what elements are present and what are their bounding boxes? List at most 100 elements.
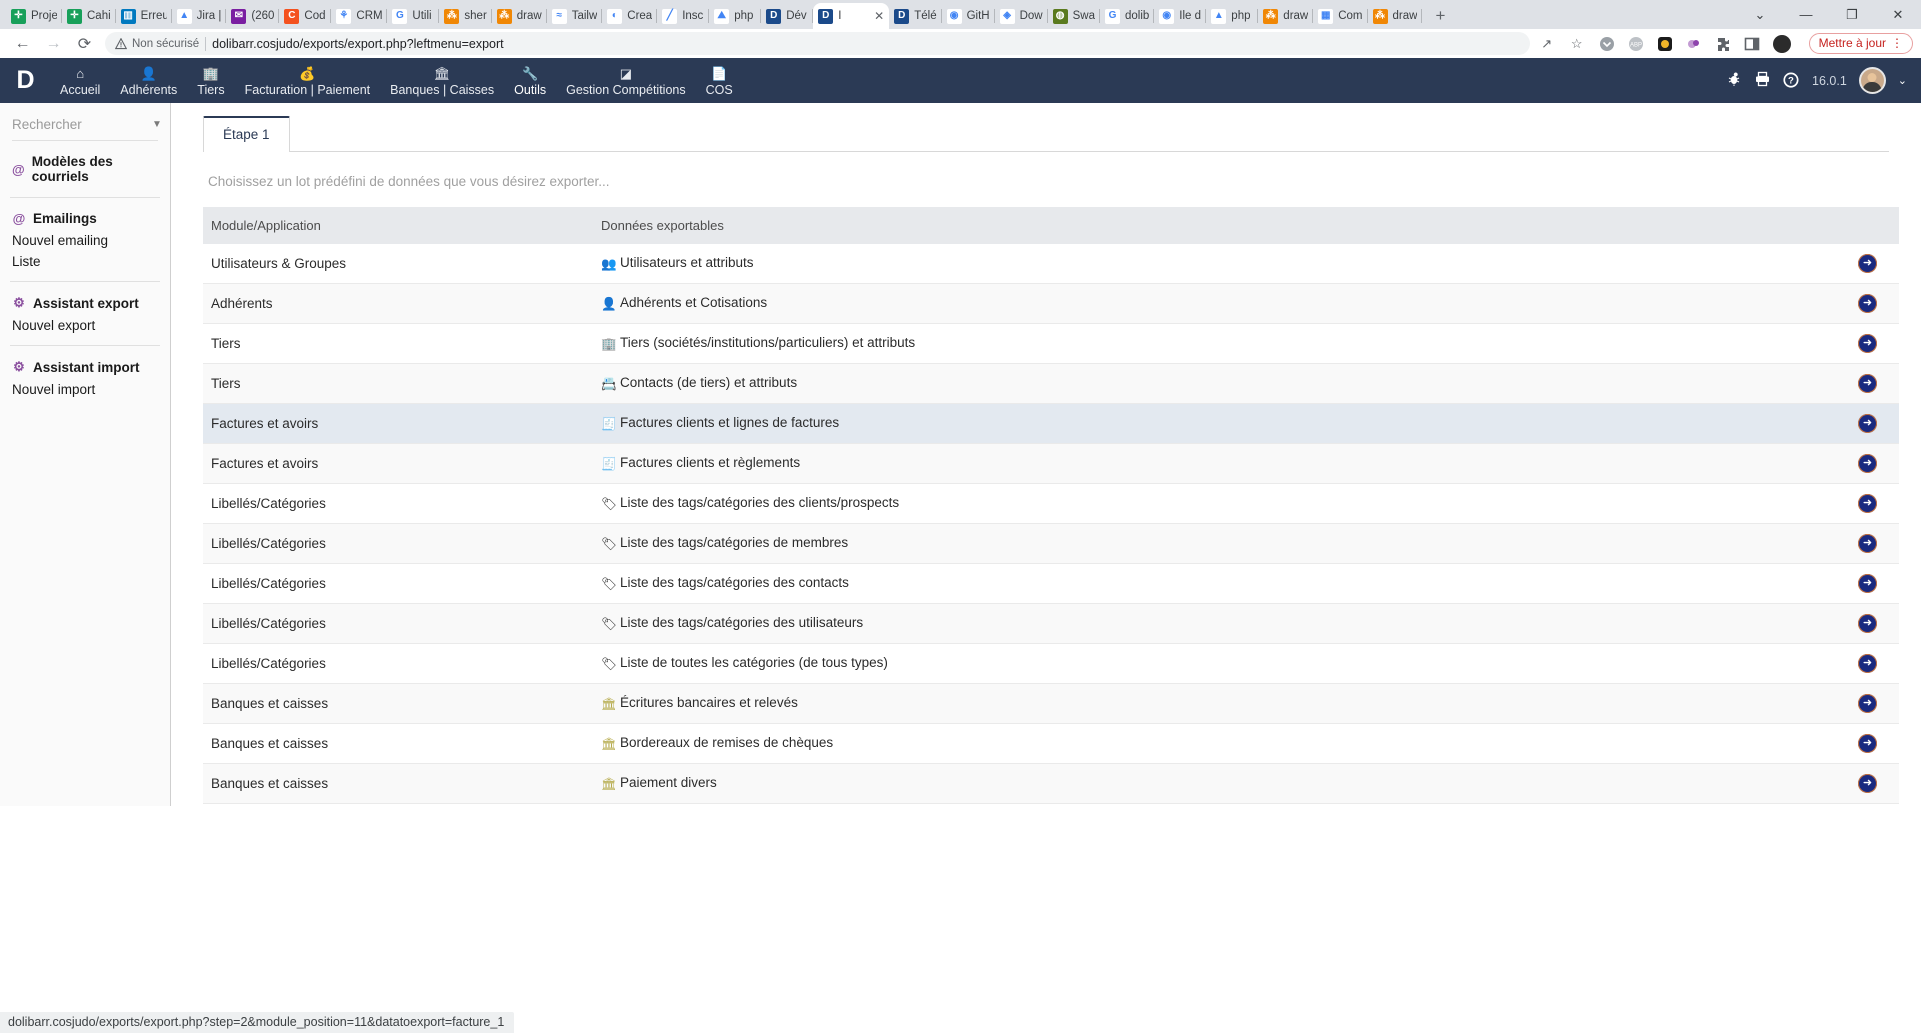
back-button[interactable]: ← xyxy=(8,30,37,57)
browser-tab[interactable]: ◉ GitH xyxy=(942,3,995,29)
table-row[interactable]: Libellés/Catégories 🏷 Liste des tags/catég… xyxy=(203,563,1899,604)
arrow-right-icon[interactable]: ➜ xyxy=(1858,574,1877,593)
browser-tab[interactable]: ≈ Tailw xyxy=(547,3,603,29)
sidebar-item-assistant-export[interactable]: ⚙ Assistant export xyxy=(10,291,160,315)
sidebar-item-assistant-import[interactable]: ⚙ Assistant import xyxy=(10,355,160,379)
browser-tab[interactable]: G Utili xyxy=(387,3,440,29)
browser-tab[interactable]: ▥ Erreu xyxy=(116,3,172,29)
table-row[interactable]: Tiers 🏢 Tiers (sociétés/institutions/parti… xyxy=(203,323,1899,364)
sidebar-subitem-liste[interactable]: Liste xyxy=(10,251,160,272)
table-row[interactable]: Libellés/Catégories 🏷 Liste de toutes les … xyxy=(203,643,1899,684)
table-row[interactable]: Banques et caisses 🏛 Bordereaux de remises… xyxy=(203,723,1899,764)
security-status[interactable]: Non sécurisé xyxy=(115,37,199,50)
browser-tab[interactable]: ⁂ draw xyxy=(492,3,547,29)
search-input[interactable] xyxy=(12,117,152,132)
nav-item-gestion-comp-titions[interactable]: ◪ Gestion Compétitions xyxy=(556,58,696,103)
arrow-right-icon[interactable]: ➜ xyxy=(1858,454,1877,473)
browser-tab[interactable]: ◈ Dow xyxy=(995,3,1048,29)
browser-tab[interactable]: Gdolib xyxy=(1100,3,1155,29)
nav-item-banques-caisses[interactable]: 🏛 Banques | Caisses xyxy=(380,58,504,103)
dolibarr-logo[interactable]: D xyxy=(0,58,50,103)
sidebar-subitem-nouvel-emailing[interactable]: Nouvel emailing xyxy=(10,230,160,251)
browser-tab[interactable]: ◐ Crea xyxy=(602,3,658,29)
forward-button[interactable]: → xyxy=(39,30,68,57)
arrow-right-icon[interactable]: ➜ xyxy=(1858,294,1877,313)
update-button[interactable]: Mettre à jour ⋮ xyxy=(1808,33,1913,54)
browser-tab[interactable]: ✛ Proje xyxy=(6,3,62,29)
table-row[interactable]: Libellés/Catégories 🏷 Liste des tags/catég… xyxy=(203,523,1899,564)
nav-item-accueil[interactable]: ⌂ Accueil xyxy=(50,58,110,103)
adblock-icon[interactable]: ABP xyxy=(1627,35,1645,53)
browser-tab[interactable]: D I ✕ xyxy=(813,3,890,29)
table-row[interactable]: Factures et avoirs 🧾 Factures clients et r… xyxy=(203,443,1899,484)
chevron-down-icon[interactable]: ⌄ xyxy=(1898,74,1907,87)
table-row[interactable]: Adhérents 👤 Adhérents et Cotisations ➜ xyxy=(203,283,1899,324)
arrow-right-icon[interactable]: ➜ xyxy=(1858,534,1877,553)
browser-tab[interactable]: C Cod xyxy=(279,3,332,29)
table-row[interactable]: Banques et caisses 🏛 Écritures bancaires e… xyxy=(203,683,1899,724)
arrow-right-icon[interactable]: ➜ xyxy=(1858,614,1877,633)
arrow-right-icon[interactable]: ➜ xyxy=(1858,654,1877,673)
print-icon[interactable] xyxy=(1754,71,1771,90)
maximize-button[interactable]: ❐ xyxy=(1829,0,1875,29)
browser-tab[interactable]: D Télé xyxy=(889,3,942,29)
browser-tab[interactable]: ▦ Com xyxy=(1313,3,1368,29)
browser-tab[interactable]: ⁂ draw xyxy=(1368,3,1423,29)
tab-etape-1[interactable]: Étape 1 xyxy=(203,116,290,152)
browser-tab[interactable]: ◍ Swa xyxy=(1048,3,1100,29)
nav-item-facturation-paiement[interactable]: 💰 Facturation | Paiement xyxy=(235,58,381,103)
sidebar-item-emailings[interactable]: @ Emailings xyxy=(10,207,160,230)
puzzle-icon[interactable] xyxy=(1714,35,1732,53)
sidebar-search[interactable]: ▼ xyxy=(12,103,162,141)
avatar[interactable] xyxy=(1858,67,1886,94)
table-row[interactable]: Libellés/Catégories 🏷 Liste des tags/catég… xyxy=(203,603,1899,644)
table-row[interactable]: Factures et avoirs 🧾 Factures clients et l… xyxy=(203,403,1899,444)
browser-tab[interactable]: ◉ Ile d xyxy=(1154,3,1207,29)
browser-tab[interactable]: ⁂ sher xyxy=(439,3,492,29)
browser-tab[interactable]: ⛰ php xyxy=(709,3,762,29)
share-icon[interactable]: ↗ xyxy=(1538,35,1556,53)
table-row[interactable]: Utilisateurs & Groupes 👥 Utilisateurs et a… xyxy=(203,244,1899,284)
nav-item-cos[interactable]: 📄 COS xyxy=(696,58,743,103)
arrow-right-icon[interactable]: ➜ xyxy=(1858,334,1877,353)
address-bar[interactable]: Non sécurisé dolibarr.cosjudo/exports/ex… xyxy=(105,32,1530,55)
grammar-icon[interactable] xyxy=(1685,35,1703,53)
browser-tab[interactable]: ⁂ draw xyxy=(1258,3,1314,29)
browser-tab[interactable]: ▲ Jira | xyxy=(172,3,227,29)
nav-item-adh-rents[interactable]: 👤 Adhérents xyxy=(110,58,187,103)
browser-tab[interactable]: ✛ Cahi xyxy=(62,3,116,29)
bug-icon[interactable] xyxy=(1726,71,1742,90)
browser-menu-icon[interactable]: ⋮ xyxy=(1891,36,1903,50)
browser-tab[interactable]: ▲ php xyxy=(1206,3,1259,29)
new-tab-button[interactable]: + xyxy=(1426,3,1454,29)
wallet-icon[interactable] xyxy=(1656,35,1674,53)
browser-tab[interactable]: ✉ (260 xyxy=(226,3,280,29)
arrow-right-icon[interactable]: ➜ xyxy=(1858,254,1877,273)
pocket-icon[interactable] xyxy=(1598,35,1616,53)
chevron-down-icon[interactable]: ▼ xyxy=(152,119,162,130)
close-window-button[interactable]: ✕ xyxy=(1875,0,1921,29)
arrow-right-icon[interactable]: ➜ xyxy=(1858,694,1877,713)
browser-tab[interactable]: D Dév xyxy=(761,3,814,29)
help-icon[interactable]: ? xyxy=(1783,71,1800,91)
table-row[interactable]: Libellés/Catégories 🏷 Liste des tags/catég… xyxy=(203,483,1899,524)
arrow-right-icon[interactable]: ➜ xyxy=(1858,494,1877,513)
browser-tab[interactable]: ╱ Insc xyxy=(657,3,710,29)
browser-profile-avatar[interactable] xyxy=(1772,34,1791,53)
bookmark-star-icon[interactable]: ☆ xyxy=(1568,35,1586,53)
arrow-right-icon[interactable]: ➜ xyxy=(1858,734,1877,753)
table-row[interactable]: Tiers 📇 Contacts (de tiers) et attributs ➜ xyxy=(203,363,1899,404)
table-row[interactable]: Banques et caisses 🏛 Paiement divers ➜ xyxy=(203,763,1899,804)
close-tab-icon[interactable]: ✕ xyxy=(874,9,884,23)
sidepanel-icon[interactable] xyxy=(1743,35,1761,53)
arrow-right-icon[interactable]: ➜ xyxy=(1858,414,1877,433)
nav-item-outils[interactable]: 🔧 Outils xyxy=(504,58,556,103)
browser-tab[interactable]: ⚘ CRM xyxy=(331,3,388,29)
minimize-button[interactable]: — xyxy=(1783,0,1829,29)
tab-search-button[interactable]: ⌄ xyxy=(1737,0,1783,29)
nav-item-tiers[interactable]: 🏢 Tiers xyxy=(187,58,234,103)
sidebar-subitem-nouvel-import[interactable]: Nouvel import xyxy=(10,379,160,400)
sidebar-subitem-nouvel-export[interactable]: Nouvel export xyxy=(10,315,160,336)
arrow-right-icon[interactable]: ➜ xyxy=(1858,774,1877,793)
reload-button[interactable]: ⟳ xyxy=(70,30,99,57)
